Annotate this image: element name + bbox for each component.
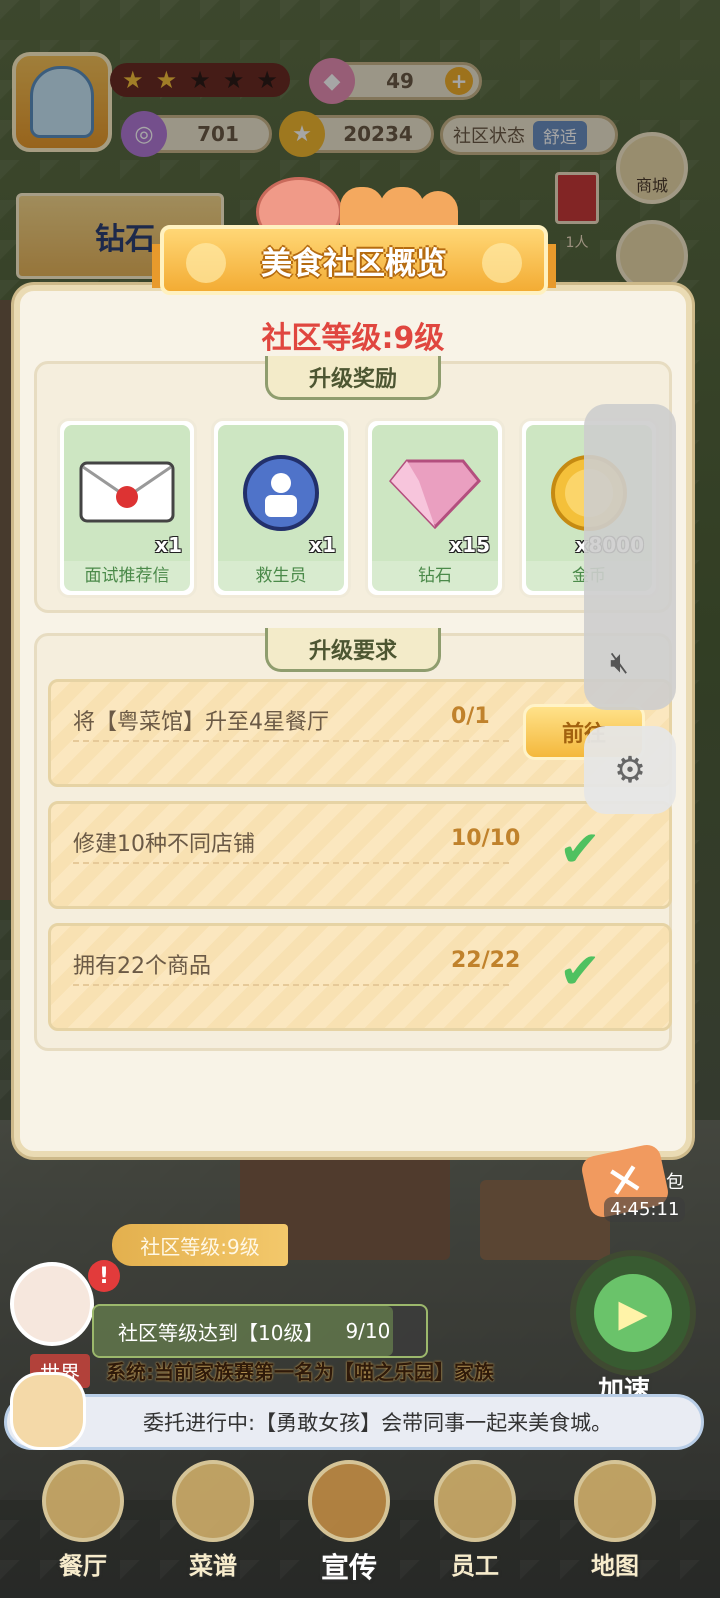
requirement-text: 修建10种不同店铺 bbox=[73, 832, 255, 857]
reward-icon-area: x15 bbox=[372, 425, 498, 561]
play-icon: ▶ bbox=[594, 1274, 672, 1352]
reward-qty: x1 bbox=[309, 533, 336, 557]
requirement-text: 将【粤菜馆】升至4星餐厅 bbox=[73, 710, 329, 735]
requirement-progress: 10/10 bbox=[451, 826, 521, 851]
community-level-pill[interactable]: 社区等级:9级 bbox=[112, 1224, 288, 1266]
assistant-avatar[interactable] bbox=[10, 1262, 94, 1346]
reward-qty: x15 bbox=[449, 533, 490, 557]
reward-name: 救生员 bbox=[218, 561, 344, 591]
reward-qty: x1 bbox=[155, 533, 182, 557]
nav-recipes[interactable]: 菜谱 bbox=[158, 1460, 268, 1581]
reward-name: 面试推荐信 bbox=[64, 561, 190, 591]
map-icon bbox=[574, 1460, 656, 1542]
checkmark-icon: ✔ bbox=[559, 820, 601, 878]
rewards-section-tab: 升级奖励 bbox=[265, 356, 441, 400]
diamond-icon bbox=[389, 459, 481, 529]
goal-progress: 9/10 bbox=[345, 1319, 391, 1343]
nav-label: 员工 bbox=[451, 1552, 499, 1580]
event-label: 包 bbox=[666, 1172, 684, 1193]
entrust-banner[interactable]: 委托进行中:【勇敢女孩】会带同事一起来美食城。 bbox=[4, 1394, 704, 1450]
system-message: 系统:当前家族赛第一名为【喵之乐园】家族 bbox=[106, 1360, 494, 1384]
nav-staff[interactable]: 员工 bbox=[420, 1460, 530, 1581]
divider bbox=[73, 740, 509, 742]
speed-up-button[interactable]: ▶ bbox=[570, 1250, 696, 1376]
requirement-row: 将【粤菜馆】升至4星餐厅 0/1 前往 bbox=[48, 679, 672, 787]
requirement-progress: 0/1 bbox=[451, 704, 490, 729]
dialog-title: 美食社区概览 bbox=[261, 245, 447, 282]
promotion-icon bbox=[308, 1460, 390, 1542]
envelope-icon bbox=[79, 461, 175, 523]
mute-icon[interactable]: 🔇︎ bbox=[610, 645, 629, 680]
goal-text: 社区等级达到【10级】 bbox=[118, 1320, 324, 1345]
reward-name: 钻石 bbox=[372, 561, 498, 591]
requirements-section-tab: 升级要求 bbox=[265, 628, 441, 672]
reward-icon-area: x1 bbox=[218, 425, 344, 561]
reward-card[interactable]: x15 钻石 bbox=[365, 418, 505, 598]
event-timer: 4:45:11 bbox=[604, 1197, 686, 1222]
girl-avatar-icon bbox=[10, 1372, 86, 1450]
community-level-title: 社区等级:9级 bbox=[261, 321, 445, 356]
whisk-icon bbox=[186, 243, 226, 283]
volume-panel[interactable]: 🔇︎ bbox=[584, 404, 676, 710]
level-goal-bar[interactable]: 社区等级达到【10级】 9/10 bbox=[92, 1304, 428, 1358]
divider bbox=[73, 984, 509, 986]
nav-restaurant[interactable]: 餐厅 bbox=[28, 1460, 138, 1581]
nav-label: 餐厅 bbox=[59, 1552, 107, 1580]
requirement-progress: 22/22 bbox=[451, 948, 521, 973]
dialog-title-ribbon: 美食社区概览 bbox=[160, 225, 548, 295]
restaurant-icon bbox=[42, 1460, 124, 1542]
settings-gear-icon[interactable]: ⚙ bbox=[584, 726, 676, 814]
reward-icon-area: x1 bbox=[64, 425, 190, 561]
rewards-section: 升级奖励 x1 面试推荐信 x1 救生员 x15 钻石 bbox=[34, 356, 672, 613]
bottom-nav: 餐厅 菜谱 宣传 员工 地图 bbox=[0, 1450, 720, 1598]
alert-icon: ! bbox=[88, 1260, 120, 1292]
staff-icon bbox=[434, 1460, 516, 1542]
divider bbox=[73, 862, 509, 864]
reward-card[interactable]: x1 面试推荐信 bbox=[57, 418, 197, 598]
reward-card[interactable]: x1 救生员 bbox=[211, 418, 351, 598]
entrust-message: 委托进行中:【勇敢女孩】会带同事一起来美食城。 bbox=[143, 1411, 613, 1435]
nav-label: 宣传 bbox=[320, 1551, 377, 1584]
checkmark-icon: ✔ bbox=[559, 942, 601, 1000]
requirement-text: 拥有22个商品 bbox=[73, 954, 211, 979]
whisk-icon bbox=[482, 243, 522, 283]
recipe-icon bbox=[172, 1460, 254, 1542]
nav-map[interactable]: 地图 bbox=[560, 1460, 670, 1581]
staff-badge-icon bbox=[243, 455, 319, 531]
nav-promotion[interactable]: 宣传 bbox=[294, 1460, 404, 1586]
requirement-row: 拥有22个商品 22/22 ✔ bbox=[48, 923, 672, 1031]
requirement-row: 修建10种不同店铺 10/10 ✔ bbox=[48, 801, 672, 909]
nav-label: 菜谱 bbox=[189, 1552, 237, 1580]
nav-label: 地图 bbox=[591, 1552, 639, 1580]
